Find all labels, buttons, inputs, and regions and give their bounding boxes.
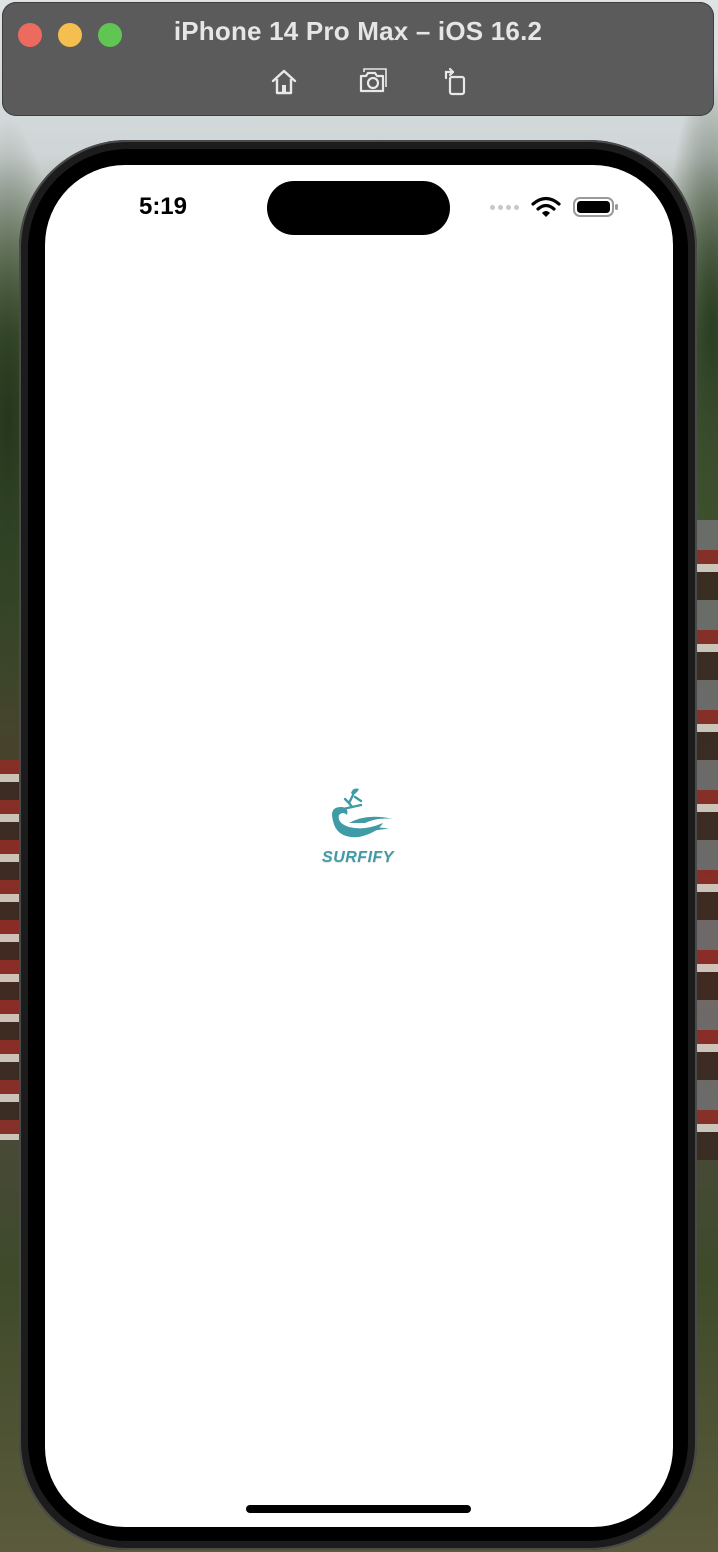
signal-dots-icon [490,204,519,210]
surfify-logo: SURFIFY [319,785,397,877]
wifi-icon [531,196,561,217]
screenshot-icon [359,68,387,93]
wallpaper-temple-right [696,520,718,1160]
status-icons [490,193,619,221]
status-time: 5:19 [138,193,188,220]
app-screen[interactable]: 5:19 SURFIFY [45,165,673,1527]
dynamic-island [267,181,450,235]
battery-icon [573,197,618,217]
wave-surfer-icon [332,788,393,838]
simulator-title: iPhone 14 Pro Max – iOS 16.2 [173,16,543,46]
home-icon [271,69,297,95]
home-button[interactable] [266,64,302,100]
logo-text: SURFIFY [322,849,394,866]
rotate-icon [444,67,466,96]
screenshot-button[interactable] [355,64,391,100]
home-indicator[interactable] [246,1505,471,1513]
rotate-button[interactable] [436,64,472,100]
simulator-title-bar[interactable]: iPhone 14 Pro Max – iOS 16.2 [2,2,714,116]
